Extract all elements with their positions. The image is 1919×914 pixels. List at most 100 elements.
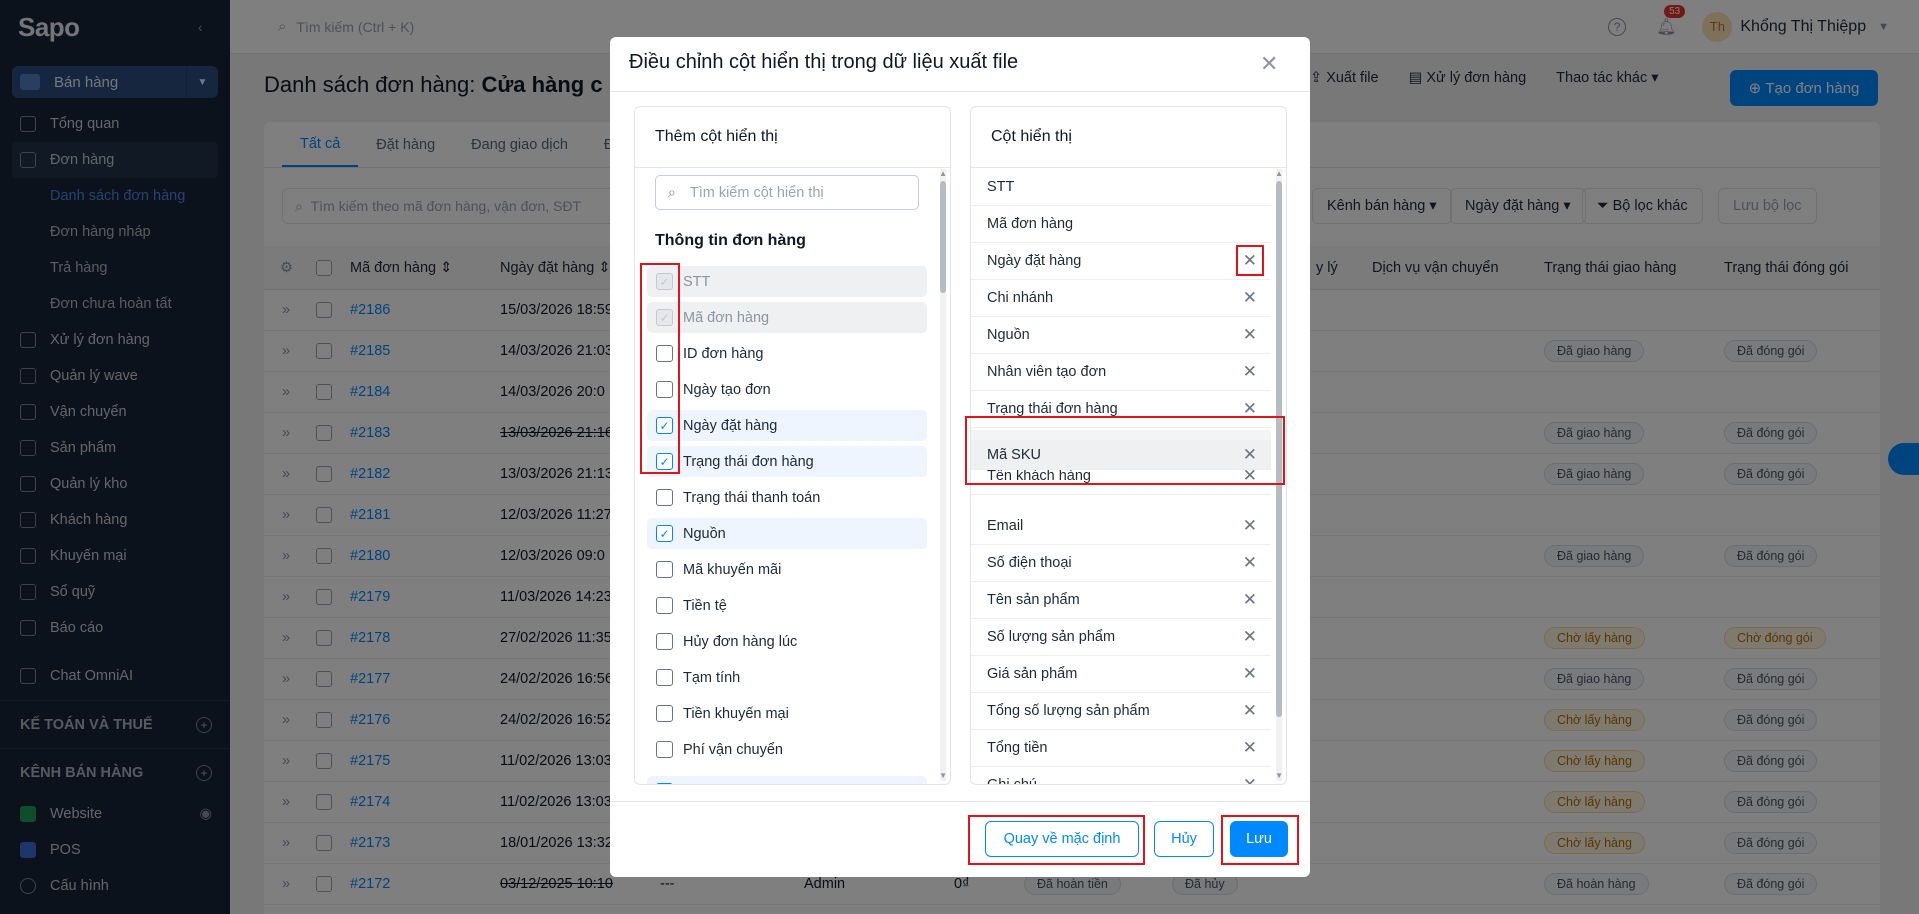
visible-column-row[interactable]: Tổng tiền ✕ <box>971 730 1271 767</box>
close-icon[interactable]: ✕ <box>1243 664 1257 684</box>
column-option[interactable]: Hủy đơn hàng lúc <box>647 626 927 657</box>
close-icon[interactable]: ✕ <box>1243 325 1257 345</box>
visible-column-row[interactable]: Nguồn ✕ <box>971 317 1271 354</box>
highlight-save-button <box>1221 815 1299 865</box>
close-icon[interactable]: ✕ <box>1243 288 1257 308</box>
column-option[interactable]: ID đơn hàng <box>647 338 927 369</box>
column-option[interactable]: Tiền tệ <box>647 590 927 621</box>
modal-divider <box>610 91 1310 92</box>
left-scrollbar[interactable] <box>940 169 946 781</box>
close-icon[interactable]: ✕ <box>1243 362 1257 382</box>
visible-column-label: Mã đơn hàng <box>987 216 1074 232</box>
visible-column-label: Nhân viên tạo đơn <box>987 364 1107 380</box>
column-option: ✓ Mã đơn hàng <box>647 302 927 333</box>
column-option-label: Tiền tệ <box>683 597 727 614</box>
checkbox[interactable] <box>656 669 673 686</box>
visible-column-label: Nguồn <box>987 327 1030 343</box>
highlight-reset-button <box>968 815 1145 865</box>
group-title-order-info: Thông tin đơn hàng <box>655 232 806 249</box>
highlight-dragged-row <box>965 416 1285 485</box>
column-option[interactable]: Ngày tạo đơn <box>647 374 927 405</box>
visible-column-row[interactable]: Mã đơn hàng <box>971 206 1271 243</box>
visible-column-row[interactable]: Email ✕ <box>971 508 1271 545</box>
column-option-label: Hủy đơn hàng lúc <box>683 633 798 650</box>
column-option-label: Phí vận chuyển <box>683 741 783 758</box>
close-icon[interactable]: ✕ <box>1260 51 1278 77</box>
checkbox[interactable]: ✓ <box>656 525 673 542</box>
column-option-label: Trạng thái đơn hàng <box>683 453 814 470</box>
scroll-down-icon[interactable]: ▼ <box>1275 771 1283 780</box>
visible-column-row[interactable]: Tổng số lượng sản phẩm ✕ <box>971 693 1271 730</box>
visible-column-label: STT <box>987 179 1015 195</box>
column-option-label: Nguồn <box>683 525 726 542</box>
column-option-label: ID đơn hàng <box>683 345 764 362</box>
close-icon[interactable]: ✕ <box>1243 627 1257 647</box>
visible-column-row[interactable]: Chi nhánh ✕ <box>971 280 1271 317</box>
app-root: Sapo ‹ Bán hàng ▼ Tổng quan Đơn hàng Dan… <box>0 0 1919 914</box>
column-option-label: Mã đơn hàng <box>683 309 770 326</box>
checkbox[interactable] <box>656 597 673 614</box>
search-icon: ⌕ <box>668 184 676 200</box>
visible-columns-title: Cột hiển thị <box>971 107 1286 168</box>
column-search-placeholder: Tìm kiếm cột hiển thị <box>689 184 824 201</box>
column-option-label: Ngày đặt hàng <box>683 417 778 434</box>
cancel-button[interactable]: Hủy <box>1154 821 1214 857</box>
column-option[interactable]: ✓ Trạng thái đơn hàng <box>647 446 927 477</box>
checkbox[interactable] <box>656 561 673 578</box>
checkbox[interactable] <box>656 705 673 722</box>
column-option-label: STT <box>683 273 711 290</box>
visible-column-row[interactable]: Tên sản phẩm ✕ <box>971 582 1271 619</box>
close-icon[interactable]: ✕ <box>1243 775 1257 784</box>
column-option-label: Tiền khuyến mại <box>683 705 789 722</box>
scroll-up-icon[interactable]: ▲ <box>939 169 947 178</box>
column-option[interactable]: Trạng thái thanh toán <box>647 482 927 513</box>
column-option[interactable]: Tiền khuyến mại <box>647 698 927 729</box>
highlight-remove-icon <box>1236 245 1264 276</box>
add-columns-title: Thêm cột hiển thị <box>635 107 950 168</box>
scroll-down-icon[interactable]: ▼ <box>939 771 947 780</box>
visible-column-label: Tên sản phẩm <box>987 592 1080 608</box>
visible-column-label: Số lượng sản phẩm <box>987 629 1116 645</box>
column-search-input[interactable]: ⌕ Tìm kiếm cột hiển thị <box>655 175 919 210</box>
visible-column-label: Tổng tiền <box>987 740 1048 756</box>
column-option[interactable]: Tạm tính <box>647 662 927 693</box>
checkbox[interactable]: ✓ <box>656 783 673 784</box>
column-option[interactable]: Phí vận chuyển <box>647 734 927 765</box>
add-columns-box: Thêm cột hiển thị ⌕ Tìm kiếm cột hiển thị… <box>634 106 951 785</box>
column-option[interactable]: ✓ Nguồn <box>647 518 927 549</box>
visible-column-label: Trạng thái đơn hàng <box>987 401 1118 417</box>
visible-column-row[interactable]: Ngày đặt hàng ✕ <box>971 243 1271 280</box>
checkbox[interactable] <box>656 633 673 650</box>
visible-column-label: Giá sản phẩm <box>987 666 1078 682</box>
visible-column-row[interactable]: Số điện thoại ✕ <box>971 545 1271 582</box>
column-option: ✓ STT <box>647 266 927 297</box>
visible-column-row[interactable]: Nhân viên tạo đơn ✕ <box>971 354 1271 391</box>
close-icon[interactable]: ✕ <box>1243 701 1257 721</box>
visible-column-label: Ghi chú <box>987 777 1037 785</box>
scroll-thumb[interactable] <box>940 181 946 293</box>
close-icon[interactable]: ✕ <box>1243 516 1257 536</box>
visible-column-row[interactable]: Ghi chú ✕ <box>971 767 1271 785</box>
column-option-label: Ngày tạo đơn <box>683 381 771 398</box>
checkbox[interactable] <box>656 489 673 506</box>
visible-column-label: Chi nhánh <box>987 290 1054 306</box>
column-option-label: Trạng thái thanh toán <box>683 489 821 506</box>
visible-column-row[interactable]: STT <box>971 169 1271 206</box>
column-option-label: Mã khuyến mãi <box>683 561 782 578</box>
modal-footer-divider <box>610 801 1310 802</box>
visible-column-row[interactable]: Giá sản phẩm ✕ <box>971 656 1271 693</box>
visible-column-label: Email <box>987 518 1024 534</box>
highlight-checkbox-column <box>640 263 680 474</box>
column-option-label: Tạm tính <box>683 669 741 686</box>
visible-column-label: Số điện thoại <box>987 555 1072 571</box>
column-option[interactable]: Mã khuyến mãi <box>647 554 927 585</box>
column-option[interactable]: ✓ Ngày đặt hàng <box>647 410 927 441</box>
visible-column-row[interactable]: Số lượng sản phẩm ✕ <box>971 619 1271 656</box>
close-icon[interactable]: ✕ <box>1243 553 1257 573</box>
checkbox[interactable] <box>656 741 673 758</box>
close-icon[interactable]: ✕ <box>1243 590 1257 610</box>
close-icon[interactable]: ✕ <box>1243 738 1257 758</box>
column-option-partial[interactable]: ✓ <box>647 776 927 784</box>
visible-column-label: Ngày đặt hàng <box>987 253 1082 269</box>
scroll-up-icon[interactable]: ▲ <box>1275 169 1283 178</box>
